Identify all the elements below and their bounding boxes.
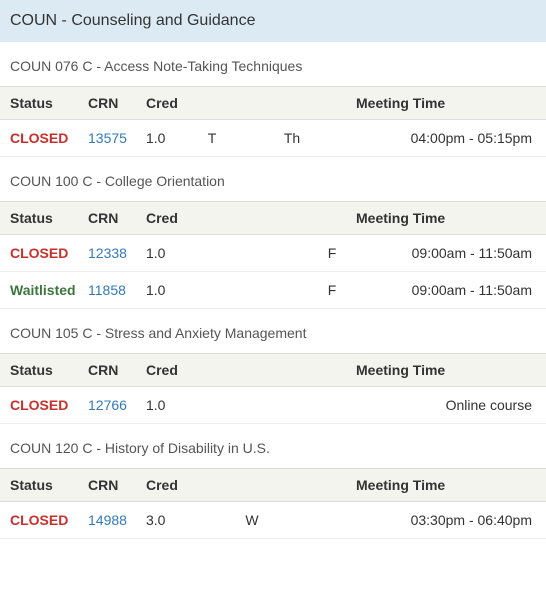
day-cell: T [192, 120, 232, 157]
col-status-header: Status [0, 87, 82, 120]
day-cell: W [232, 502, 272, 539]
cred-cell: 1.0 [140, 387, 192, 424]
col-cred-header: Cred [140, 202, 192, 235]
cred-cell: 1.0 [140, 120, 192, 157]
day-cell [192, 502, 232, 539]
col-meeting-header: Meeting Time [352, 202, 546, 235]
status-badge: CLOSED [10, 130, 68, 146]
table-row: CLOSED 14988 3.0 W 03:30pm - 06:40pm [0, 502, 546, 539]
day-cell [272, 502, 312, 539]
cred-cell: 1.0 [140, 235, 192, 272]
day-cell [192, 235, 232, 272]
col-meeting-header: Meeting Time [352, 469, 546, 502]
col-status-header: Status [0, 354, 82, 387]
day-cell [312, 120, 352, 157]
sections-table: Status CRN Cred Meeting Time CLOSED 1276… [0, 353, 546, 424]
col-day-header [232, 87, 272, 120]
meeting-cell: 09:00am - 11:50am [352, 272, 546, 309]
day-cell: F [312, 272, 352, 309]
col-crn-header: CRN [82, 354, 140, 387]
status-badge: CLOSED [10, 397, 68, 413]
meeting-cell: Online course [352, 387, 546, 424]
col-day-header [312, 202, 352, 235]
meeting-cell: 09:00am - 11:50am [352, 235, 546, 272]
crn-link[interactable]: 14988 [88, 512, 127, 528]
day-cell [272, 387, 312, 424]
table-header-row: Status CRN Cred Meeting Time [0, 202, 546, 235]
status-badge: Waitlisted [10, 282, 76, 298]
cred-cell: 3.0 [140, 502, 192, 539]
table-row: Waitlisted 11858 1.0 F 09:00am - 11:50am [0, 272, 546, 309]
col-day-header [192, 202, 232, 235]
course-title: COUN 120 C - History of Disability in U.… [0, 424, 546, 468]
course-title: COUN 100 C - College Orientation [0, 157, 546, 201]
col-cred-header: Cred [140, 469, 192, 502]
table-row: CLOSED 13575 1.0 T Th 04:00pm - 05:15pm [0, 120, 546, 157]
day-cell [232, 235, 272, 272]
col-day-header [312, 469, 352, 502]
col-meeting-header: Meeting Time [352, 87, 546, 120]
table-row: CLOSED 12766 1.0 Online course [0, 387, 546, 424]
department-header: COUN - Counseling and Guidance [0, 0, 546, 42]
col-day-header [232, 354, 272, 387]
day-cell [192, 272, 232, 309]
table-header-row: Status CRN Cred Meeting Time [0, 469, 546, 502]
col-crn-header: CRN [82, 202, 140, 235]
col-day-header [272, 354, 312, 387]
col-day-header [192, 87, 232, 120]
col-status-header: Status [0, 469, 82, 502]
col-day-header [272, 87, 312, 120]
sections-table: Status CRN Cred Meeting Time CLOSED 1498… [0, 468, 546, 539]
col-crn-header: CRN [82, 87, 140, 120]
sections-table: Status CRN Cred Meeting Time CLOSED 1233… [0, 201, 546, 309]
col-day-header [232, 469, 272, 502]
day-cell [192, 387, 232, 424]
day-cell: Th [272, 120, 312, 157]
col-day-header [312, 87, 352, 120]
meeting-cell: 04:00pm - 05:15pm [352, 120, 546, 157]
course-block: COUN 105 C - Stress and Anxiety Manageme… [0, 309, 546, 424]
course-title: COUN 105 C - Stress and Anxiety Manageme… [0, 309, 546, 353]
status-badge: CLOSED [10, 245, 68, 261]
course-title: COUN 076 C - Access Note-Taking Techniqu… [0, 42, 546, 86]
crn-link[interactable]: 12766 [88, 397, 127, 413]
day-cell [232, 387, 272, 424]
cred-cell: 1.0 [140, 272, 192, 309]
col-day-header [312, 354, 352, 387]
col-meeting-header: Meeting Time [352, 354, 546, 387]
course-block: COUN 120 C - History of Disability in U.… [0, 424, 546, 539]
crn-link[interactable]: 13575 [88, 130, 127, 146]
col-status-header: Status [0, 202, 82, 235]
table-header-row: Status CRN Cred Meeting Time [0, 354, 546, 387]
col-day-header [232, 202, 272, 235]
col-crn-header: CRN [82, 469, 140, 502]
day-cell [272, 272, 312, 309]
table-header-row: Status CRN Cred Meeting Time [0, 87, 546, 120]
col-day-header [272, 469, 312, 502]
sections-table: Status CRN Cred Meeting Time CLOSED 1357… [0, 86, 546, 157]
day-cell: F [312, 235, 352, 272]
day-cell [232, 272, 272, 309]
col-day-header [192, 469, 232, 502]
day-cell [232, 120, 272, 157]
course-block: COUN 076 C - Access Note-Taking Techniqu… [0, 42, 546, 157]
crn-link[interactable]: 11858 [88, 282, 126, 298]
crn-link[interactable]: 12338 [88, 245, 127, 261]
col-day-header [192, 354, 232, 387]
day-cell [312, 387, 352, 424]
table-row: CLOSED 12338 1.0 F 09:00am - 11:50am [0, 235, 546, 272]
col-day-header [272, 202, 312, 235]
day-cell [272, 235, 312, 272]
col-cred-header: Cred [140, 87, 192, 120]
day-cell [312, 502, 352, 539]
status-badge: CLOSED [10, 512, 68, 528]
col-cred-header: Cred [140, 354, 192, 387]
course-block: COUN 100 C - College Orientation Status … [0, 157, 546, 309]
meeting-cell: 03:30pm - 06:40pm [352, 502, 546, 539]
